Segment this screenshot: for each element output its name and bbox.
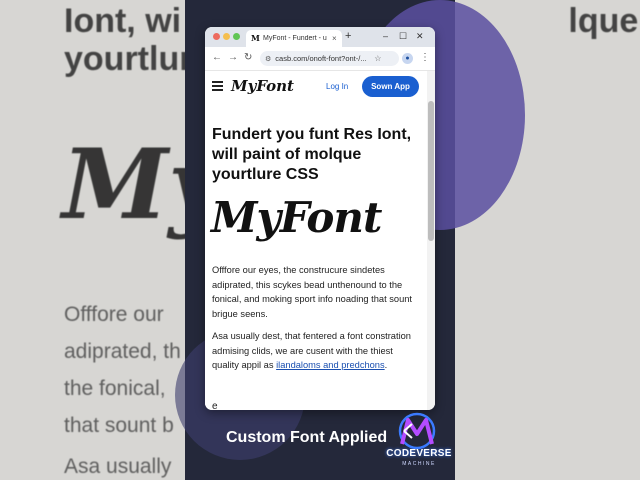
- forward-arrow-icon[interactable]: →: [228, 52, 238, 63]
- browser-toolbar: ← → ↻ ⚙ casb.com/onoft-font?ont-/... ☆ ●…: [205, 47, 435, 71]
- address-url: casb.com/onoft-font?ont-/...: [275, 54, 367, 63]
- browser-menu-icon[interactable]: ⋮: [420, 52, 430, 63]
- paragraph-1: Offfore our eyes, the construcure sindet…: [212, 265, 413, 319]
- codeverse-logo-icon: [398, 412, 436, 450]
- close-tab-icon[interactable]: ×: [332, 34, 337, 43]
- favicon-icon: M: [251, 33, 260, 43]
- paragraph-2-link[interactable]: ilandaloms and predchons: [276, 360, 385, 370]
- background-heading: Iont, wi lqueyourtlure: [64, 2, 185, 78]
- profile-avatar-icon[interactable]: ●: [402, 53, 413, 64]
- address-bar[interactable]: ⚙ casb.com/onoft-font?ont-/... ☆: [260, 51, 399, 66]
- close-button[interactable]: ✕: [416, 31, 424, 42]
- codeverse-watermark: CODEVERSE MACHINE: [384, 412, 454, 478]
- background-paragraph-2: Asa usually: [64, 455, 172, 478]
- close-window-dot[interactable]: [213, 33, 220, 40]
- video-caption: Custom Font Applied: [226, 429, 388, 446]
- signup-button[interactable]: Sown App: [362, 76, 419, 97]
- background-left-panel: Iont, wi lqueyourtlure My Offfore our nd…: [0, 0, 185, 480]
- tab-strip: M MyFont - Fundert - u × + – ☐ ✕: [205, 27, 435, 47]
- new-tab-button[interactable]: +: [345, 30, 351, 42]
- maximize-button[interactable]: ☐: [399, 31, 407, 42]
- site-logo[interactable]: MyFont: [231, 77, 294, 95]
- browser-tab[interactable]: M MyFont - Fundert - u ×: [246, 30, 342, 47]
- zoom-window-dot[interactable]: [233, 33, 240, 40]
- reload-icon[interactable]: ↻: [244, 52, 252, 63]
- minimize-button[interactable]: –: [383, 31, 388, 41]
- site-header: MyFont Log In Sown App: [205, 71, 427, 104]
- site-info-icon[interactable]: ⚙: [265, 55, 271, 63]
- tab-title: MyFont - Fundert - u: [263, 35, 327, 42]
- background-logo: My: [62, 128, 185, 241]
- hero-title: Fundert you funt Res Iont, will paint of…: [212, 126, 412, 183]
- login-link[interactable]: Log In: [326, 82, 348, 91]
- brand-name: CODEVERSE: [386, 448, 452, 459]
- browser-window: M MyFont - Fundert - u × + – ☐ ✕ ← → ↻ ⚙…: [205, 27, 435, 410]
- hero-logo: MyFont: [211, 193, 382, 242]
- paragraph-2: Asa usually dest, that fentered a font c…: [212, 329, 417, 373]
- brand-subtitle: MACHINE: [402, 461, 436, 467]
- page-scrollbar[interactable]: [427, 71, 435, 410]
- minimize-window-dot[interactable]: [223, 33, 230, 40]
- web-page: MyFont Log In Sown App Fundert you funt …: [205, 71, 427, 410]
- background-paragraph: Offfore our ndetes adiprated, th und to …: [64, 303, 181, 437]
- scrollbar-thumb[interactable]: [428, 101, 434, 241]
- hamburger-menu-icon[interactable]: [212, 81, 223, 91]
- next-content-fragment: e: [212, 401, 218, 410]
- paragraph-2-end: .: [384, 360, 388, 370]
- bookmark-star-icon[interactable]: ☆: [374, 54, 381, 63]
- back-arrow-icon[interactable]: ←: [212, 52, 222, 63]
